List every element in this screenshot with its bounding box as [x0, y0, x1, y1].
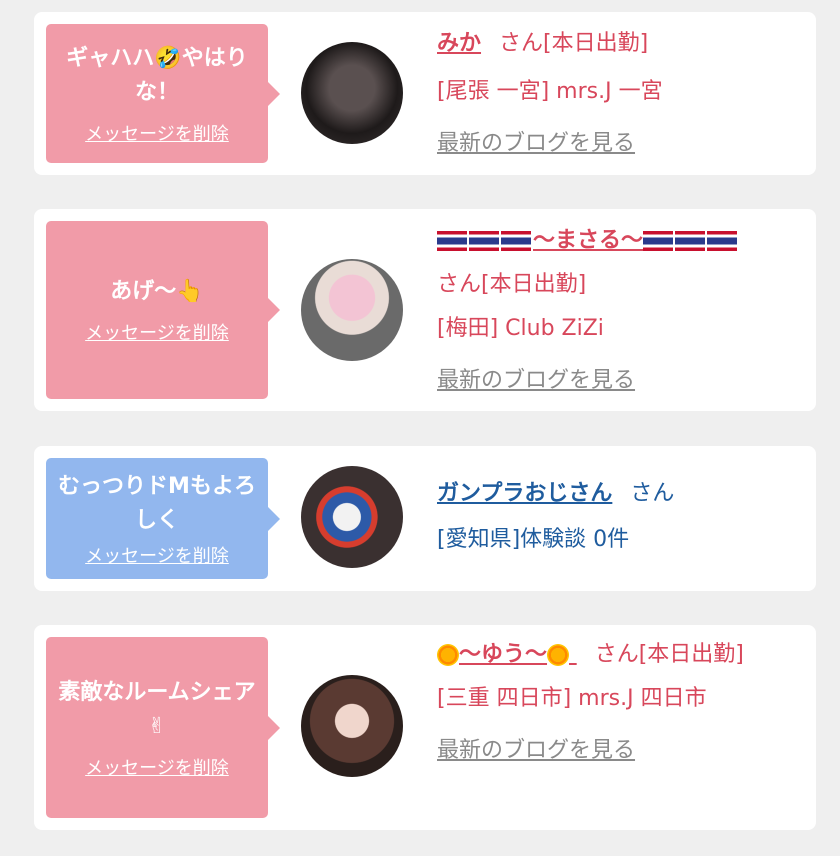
- profile-name-link[interactable]: みか: [437, 31, 481, 56]
- status-label: [本日出勤]: [543, 31, 649, 56]
- status-label: [本日出勤]: [481, 272, 587, 297]
- location-text: [尾張 一宮] mrs.J 一宮: [437, 79, 663, 104]
- honorific: さん: [594, 642, 639, 667]
- delete-message-link[interactable]: メッセージを削除: [85, 319, 229, 345]
- delete-message-link[interactable]: メッセージを削除: [85, 542, 229, 568]
- status-label: [本日出勤]: [638, 642, 744, 667]
- avatar[interactable]: [301, 42, 403, 144]
- message-card: ギャハハ🤣やはりな！ メッセージを削除 みか さん[本日出勤] [尾張 一宮] m…: [34, 12, 816, 175]
- delete-message-link[interactable]: メッセージを削除: [85, 120, 229, 146]
- message-card: むっつりドMもよろしく メッセージを削除 ガンプラおじさん さん [愛知県]体験談…: [34, 446, 816, 591]
- thai-flag-icon: [501, 231, 531, 251]
- message-bubble: むっつりドMもよろしく メッセージを削除: [46, 458, 280, 579]
- avatar[interactable]: [301, 675, 403, 777]
- avatar[interactable]: [301, 259, 403, 361]
- profile-info: 〜ゆう〜 さん[本日出勤] [三重 四日市] mrs.J 四日市 最新のブログを…: [437, 635, 797, 771]
- location-text: [三重 四日市] mrs.J 四日市: [437, 686, 707, 711]
- message-text: あげ〜👆: [110, 279, 204, 304]
- thai-flag-icon: [437, 231, 467, 251]
- avatar[interactable]: [301, 466, 403, 568]
- message-card: あげ〜👆 メッセージを削除 〜まさる〜 さん[本日出勤] [梅田] Club Z…: [34, 209, 816, 411]
- sun-icon: [437, 644, 459, 666]
- sun-icon: [547, 644, 570, 666]
- thai-flag-icon: [707, 231, 738, 251]
- location-text: [梅田] Club ZiZi: [437, 316, 604, 341]
- message-bubble: ギャハハ🤣やはりな！ メッセージを削除: [46, 24, 280, 163]
- latest-blog-link[interactable]: 最新のブログを見る: [437, 124, 797, 164]
- message-bubble: あげ〜👆 メッセージを削除: [46, 221, 280, 399]
- delete-message-link[interactable]: メッセージを削除: [85, 754, 229, 780]
- profile-info: ガンプラおじさん さん [愛知県]体験談 0件: [437, 474, 797, 560]
- profile-info: みか さん[本日出勤] [尾張 一宮] mrs.J 一宮 最新のブログを見る: [437, 24, 797, 164]
- message-text: ギャハハ🤣やはりな！: [66, 45, 248, 105]
- profile-name-link[interactable]: ガンプラおじさん: [437, 481, 612, 506]
- location-text: [愛知県]体験談 0件: [437, 527, 630, 552]
- message-bubble: 素敵なルームシェア✌ メッセージを削除: [46, 637, 280, 818]
- thai-flag-icon: [643, 231, 674, 251]
- thai-flag-icon: [675, 231, 706, 251]
- message-text: 素敵なルームシェア✌: [58, 679, 256, 739]
- message-text: むっつりドMもよろしく: [58, 473, 256, 533]
- honorific: さん: [630, 481, 675, 506]
- profile-name-link[interactable]: 〜ゆう〜: [437, 642, 577, 667]
- message-card: 素敵なルームシェア✌ メッセージを削除 〜ゆう〜 さん[本日出勤] [三重 四日…: [34, 625, 816, 830]
- thai-flag-icon: [469, 231, 499, 251]
- profile-info: 〜まさる〜 さん[本日出勤] [梅田] Club ZiZi 最新のブログを見る: [437, 221, 797, 401]
- latest-blog-link[interactable]: 最新のブログを見る: [437, 361, 797, 401]
- latest-blog-link[interactable]: 最新のブログを見る: [437, 731, 797, 771]
- honorific: さん: [499, 31, 544, 56]
- profile-name-link[interactable]: 〜まさる〜: [437, 228, 739, 253]
- honorific: さん: [437, 272, 482, 297]
